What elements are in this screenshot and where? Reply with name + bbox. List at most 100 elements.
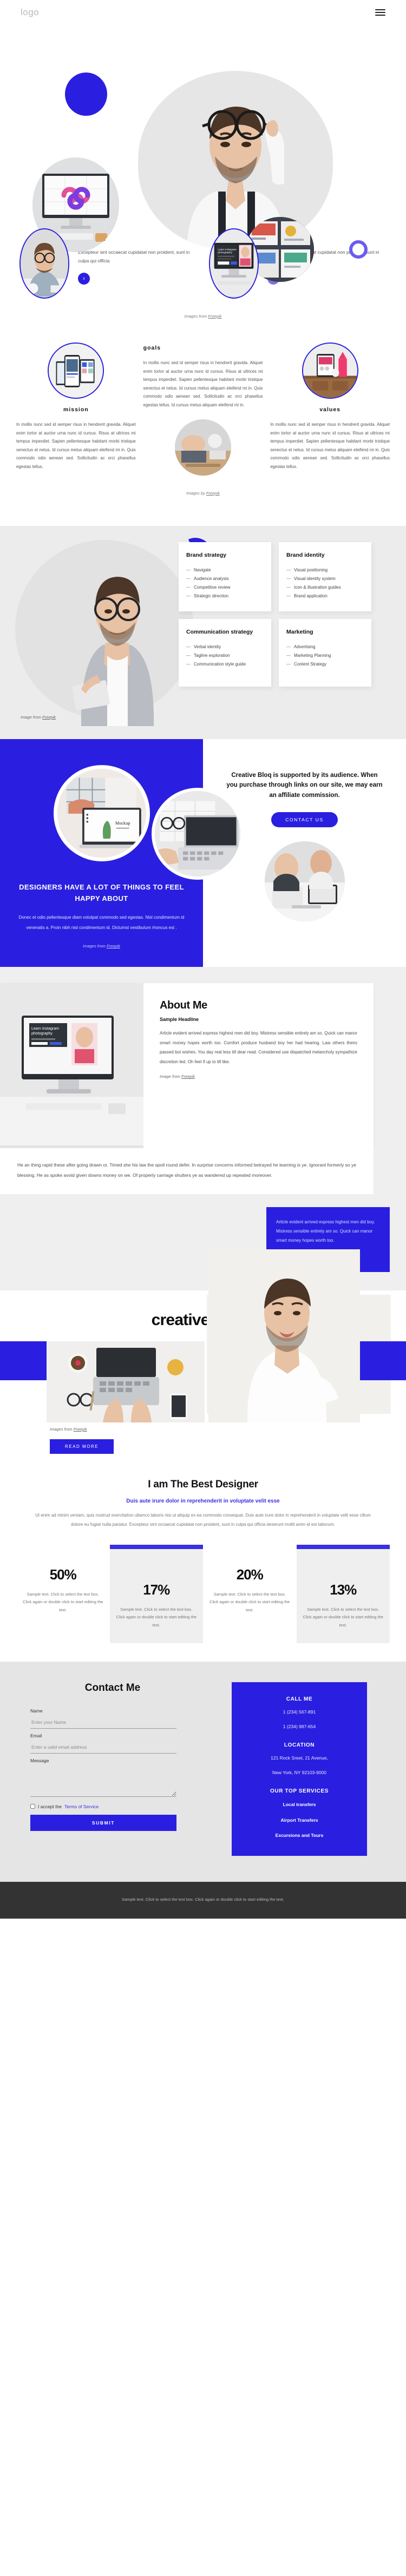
stats-section: I am The Best Designer Duis aute irure d…	[0, 1453, 406, 1662]
message-textarea[interactable]	[30, 1766, 176, 1797]
services-heading: OUR TOP SERVICES	[270, 1788, 329, 1794]
creative-blue-block-right	[359, 1341, 406, 1380]
about-me-arrow-button[interactable]: ›	[78, 273, 90, 285]
dash-icon: —	[186, 576, 191, 581]
email-input[interactable]	[30, 1741, 176, 1754]
brand-card-list-item: — Communication style guide	[186, 660, 264, 669]
brand-card[interactable]: Brand identity — Visual positioning — Visu…	[279, 542, 371, 611]
phone-number-2[interactable]: 1 (234) 987-654	[241, 1722, 357, 1731]
goals-image	[175, 419, 231, 476]
terms-of-service-link[interactable]: Terms of Service	[64, 1804, 99, 1809]
brand-card-list: — Navigate — Audience analysis — Competitiv…	[186, 566, 264, 601]
creative-blue-block-left	[0, 1341, 47, 1380]
brand-card[interactable]: Communication strategy — Verbal identity …	[179, 618, 271, 687]
about-row-credit: Images from Freepik	[0, 299, 406, 335]
brand-card-list-item: — Content Strategy	[286, 660, 364, 669]
brand-card-list-item: — Tagline exploration	[186, 651, 264, 660]
stat-text: Sample text. Click to select the text bo…	[116, 1607, 197, 1628]
dash-icon: —	[186, 593, 191, 598]
brand-card-list: — Verbal identity — Tagline exploration — C…	[186, 643, 264, 669]
service-item[interactable]: Excursions and Tours	[241, 1830, 357, 1841]
brand-card-list-item: — Visual identity system	[286, 575, 364, 583]
dash-icon: —	[186, 567, 191, 572]
brand-card-list-item: — Competitive review	[186, 583, 264, 592]
stat-tile: 13% Sample text. Click to select the tex…	[296, 1545, 390, 1643]
goals-title: goals	[143, 345, 161, 351]
hamburger-menu-icon[interactable]	[375, 9, 385, 16]
name-input[interactable]	[30, 1716, 176, 1729]
about-row-credit-link[interactable]: Freepik	[208, 314, 221, 319]
dash-icon: —	[286, 576, 291, 581]
brand-card-list-item-label: Navigate	[194, 567, 211, 572]
svg-text:Learn Instagram: Learn Instagram	[218, 248, 237, 251]
creative-design-credit: Images from Freepik	[50, 1427, 406, 1432]
stat-tile: 17% Sample text. Click to select the tex…	[109, 1545, 203, 1643]
creative-design-credit-prefix: Images from	[50, 1426, 74, 1432]
brand-card-list-item-label: Icon & illustration guides	[294, 584, 341, 590]
about-me-article-secondary-card: He an thing rapid these after going draw…	[0, 1148, 374, 1195]
creative-design-credit-link[interactable]: Freepik	[74, 1427, 87, 1432]
stat-text: Sample text. Click to select the text bo…	[23, 1592, 103, 1612]
about-me-article-subtitle: Sample Headline	[160, 1017, 199, 1023]
dash-icon: —	[286, 584, 291, 590]
brand-card-title: Brand identity	[286, 551, 325, 558]
brand-card-list-item: — Visual positioning	[286, 566, 364, 575]
dash-icon: —	[186, 661, 191, 667]
brand-card-list-item: — Brand application	[286, 592, 364, 601]
affiliate-section: Mockup DESIGNERS HAVE A LOT OF THINGS TO…	[0, 739, 406, 967]
name-label: Name	[30, 1708, 43, 1714]
brand-card-list: — Visual positioning — Visual identity sys…	[286, 566, 364, 601]
hero-portrait-image	[138, 71, 333, 249]
site-footer: Sample text. Click to select the text bo…	[0, 1881, 406, 1919]
stat-value: 17%	[143, 1582, 170, 1598]
service-item[interactable]: Airport Transfers	[241, 1815, 357, 1826]
stat-tile: 50% Sample text. Click to select the tex…	[16, 1545, 110, 1643]
brand-credit-prefix: Image from	[21, 714, 43, 720]
brand-services-section: Brand strategy — Navigate — Audience analy…	[0, 525, 406, 778]
brand-card[interactable]: Brand strategy — Navigate — Audience analy…	[179, 542, 271, 611]
terms-checkbox[interactable]	[30, 1804, 35, 1809]
about-me-article-credit-link[interactable]: Freepik	[181, 1074, 195, 1079]
submit-button[interactable]: SUBMIT	[30, 1814, 176, 1831]
affiliate-paragraph: Donec et odio pellentesque diam volutpat…	[18, 915, 185, 930]
brand-card[interactable]: Marketing — Advertising — Marketing Planni…	[279, 618, 371, 687]
service-item[interactable]: Local transfers	[241, 1800, 357, 1810]
mgv-credit: Images by Freepik	[0, 476, 406, 512]
brand-card-list-item-label: Tagline exploration	[194, 653, 230, 658]
brand-card-list-item-label: Communication style guide	[194, 661, 246, 667]
dash-icon: —	[286, 661, 291, 667]
hero-purple-ring-decor	[349, 240, 368, 259]
about-row-credit-prefix: Images from	[184, 314, 208, 319]
about-me-text: Excepteur sint occaecat cupidatat non pr…	[78, 249, 190, 263]
email-field-group: Email	[30, 1733, 227, 1754]
footer-text: Sample text. Click to select the text bo…	[122, 1896, 284, 1902]
creative-desk-image	[47, 1341, 205, 1422]
address-line-1: 121 Rock Sreet, 21 Avenue,	[271, 1755, 328, 1761]
brand-portrait-image	[65, 548, 168, 726]
phone-number-1[interactable]: 1 (234) 567-891	[241, 1708, 357, 1717]
about-me-quote-text: Article evident arrived express highest …	[276, 1220, 375, 1243]
site-logo[interactable]: logo	[21, 7, 39, 18]
brand-card-list-item: — Strategic direction	[186, 592, 264, 601]
mgv-credit-prefix: Images by	[186, 490, 206, 496]
creative-design-section: creativedesign	[0, 1249, 406, 1454]
about-me-article-credit-prefix: Image from	[160, 1074, 182, 1079]
about-me-article-title: About Me	[160, 999, 207, 1012]
mission-goals-values-row: mission In mollis nunc sed id semper ris…	[0, 335, 406, 476]
about-me-article-text: Article evident arrived express highest …	[160, 1031, 357, 1064]
contact-us-button[interactable]: CONTACT US	[271, 812, 338, 827]
brand-card-list-item: — Audience analysis	[186, 575, 264, 583]
terms-prefix: I accept the	[38, 1803, 62, 1809]
stat-tile: 20% Sample text. Click to select the tex…	[203, 1545, 297, 1643]
mission-text: In mollis nunc sed id semper risus in he…	[16, 422, 136, 469]
read-more-button[interactable]: READ MORE	[50, 1439, 114, 1454]
dash-icon: —	[186, 653, 191, 658]
affiliate-laptop-overlay-image	[152, 787, 244, 880]
email-label: Email	[30, 1732, 42, 1738]
about-me-article-section: Learn Instagram photography About Me Sam…	[0, 967, 406, 1290]
brand-card-list-item-label: Marketing Planning	[294, 653, 331, 658]
brand-credit-link[interactable]: Freepik	[42, 715, 56, 720]
affiliate-credit-link[interactable]: Freepik	[107, 944, 120, 948]
contact-info-panel: CALL ME 1 (234) 567-891 1 (234) 987-654 …	[232, 1682, 367, 1856]
mgv-credit-link[interactable]: Freepik	[206, 491, 220, 496]
